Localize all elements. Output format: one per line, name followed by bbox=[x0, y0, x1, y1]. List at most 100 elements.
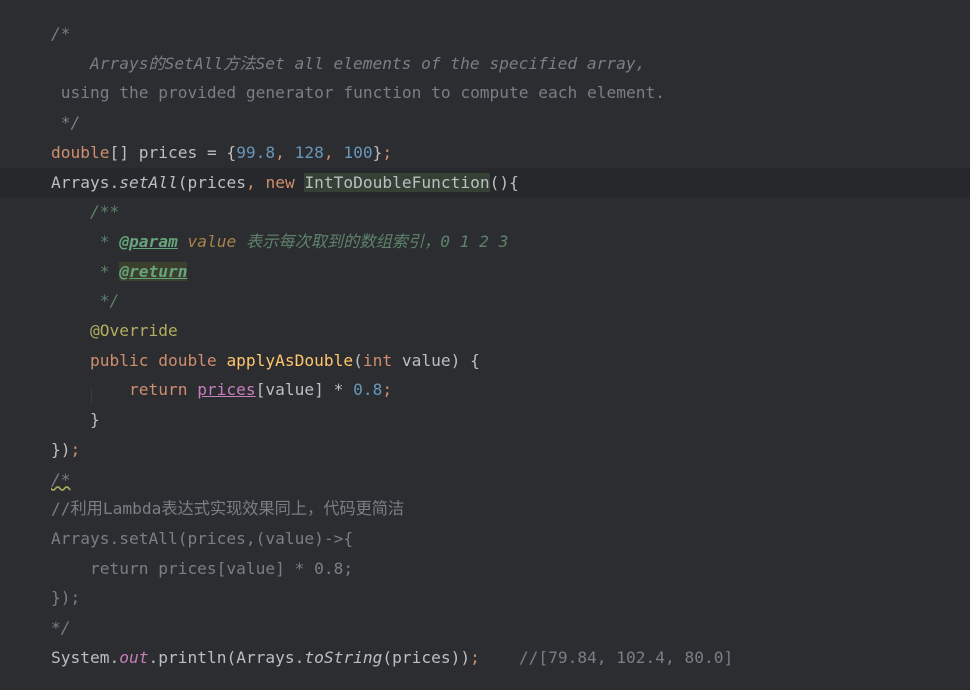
code-line[interactable]: System.out.println(Arrays.toString(price… bbox=[0, 643, 970, 673]
code-text: using the provided generator function to… bbox=[51, 78, 665, 108]
code-text: * @param value 表示每次取到的数组索引，0 1 2 3 bbox=[51, 227, 509, 257]
code-token: Arrays的SetAll方法Set all elements of the s… bbox=[51, 53, 646, 73]
code-line[interactable]: //利用Lambda表达式实现效果同上，代码更简洁 bbox=[0, 494, 970, 524]
code-token: */ bbox=[51, 291, 120, 311]
code-token: setAll bbox=[119, 172, 178, 192]
code-line[interactable]: Arrays的SetAll方法Set all elements of the s… bbox=[0, 49, 970, 79]
code-line[interactable]: /* bbox=[0, 19, 970, 49]
code-token: applyAsDouble bbox=[226, 350, 354, 370]
code-token: , bbox=[275, 142, 295, 162]
code-text: public double applyAsDouble(int value) { bbox=[51, 346, 480, 376]
code-token: 0.8 bbox=[353, 380, 383, 400]
code-text: Arrays.setAll(prices,(value)->{ bbox=[51, 524, 353, 554]
code-editor[interactable]: /* Arrays的SetAll方法Set all elements of th… bbox=[0, 0, 970, 690]
code-token: toString bbox=[304, 647, 383, 667]
code-token: value) { bbox=[401, 350, 480, 370]
code-token: /* bbox=[51, 24, 71, 43]
code-text: Arrays.setAll(prices, new IntToDoubleFun… bbox=[51, 168, 519, 198]
code-text: */ bbox=[51, 286, 120, 316]
code-token: return bbox=[51, 380, 198, 400]
code-token: //[79.84, 102.4, 80.0] bbox=[479, 647, 734, 667]
code-token: IntToDoubleFunction bbox=[304, 172, 490, 192]
code-token: [] prices = { bbox=[109, 142, 237, 162]
code-line[interactable]: /** bbox=[0, 197, 970, 227]
code-line[interactable]: @Override bbox=[0, 316, 970, 346]
code-line[interactable]: */ bbox=[0, 108, 970, 138]
code-text: /* bbox=[51, 465, 71, 495]
code-token: using the provided generator function to… bbox=[51, 83, 665, 103]
code-text: */ bbox=[51, 108, 81, 138]
code-line[interactable]: */ bbox=[0, 613, 970, 643]
code-token: 99.8 bbox=[236, 142, 276, 162]
code-token: System. bbox=[51, 647, 120, 667]
code-token: 100 bbox=[343, 142, 373, 162]
code-token: new bbox=[265, 172, 305, 192]
code-token: //利用Lambda表达式实现效果同上，代码更简洁 bbox=[51, 499, 405, 519]
code-token: */ bbox=[51, 113, 81, 133]
code-line[interactable]: /* bbox=[0, 465, 970, 495]
code-token: } bbox=[372, 142, 383, 162]
code-token: ; bbox=[70, 439, 81, 459]
code-token: .println(Arrays. bbox=[148, 647, 305, 667]
code-line[interactable]: using the provided generator function to… bbox=[0, 78, 970, 108]
code-line[interactable]: }); bbox=[0, 583, 970, 613]
code-token: value bbox=[177, 231, 237, 251]
code-line[interactable]: public double applyAsDouble(int value) { bbox=[0, 346, 970, 376]
code-text: */ bbox=[51, 613, 71, 643]
code-token: 表示每次取到的数组索引，0 1 2 3 bbox=[236, 231, 509, 251]
code-token: }) bbox=[51, 439, 71, 459]
code-token: @return bbox=[119, 261, 188, 281]
code-token: Arrays. bbox=[51, 172, 120, 192]
code-token: Arrays.setAll(prices,(value)->{ bbox=[51, 528, 354, 548]
code-line[interactable]: Arrays.setAll(prices, new IntToDoubleFun… bbox=[0, 167, 970, 198]
code-token: ; bbox=[382, 142, 393, 162]
code-text: Arrays的SetAll方法Set all elements of the s… bbox=[51, 49, 645, 79]
code-token: /* bbox=[51, 469, 71, 489]
code-text: }); bbox=[51, 583, 80, 613]
code-line[interactable]: * @return bbox=[0, 257, 970, 287]
code-token: /** bbox=[51, 202, 120, 222]
code-token: public double bbox=[51, 350, 227, 370]
code-token: } bbox=[51, 410, 100, 430]
code-line[interactable]: Arrays.setAll(prices,(value)->{ bbox=[0, 524, 970, 554]
code-text: /* bbox=[51, 19, 71, 49]
code-token: return prices[value] * 0.8; bbox=[51, 558, 354, 578]
code-text: @Override bbox=[51, 316, 178, 346]
code-token: ; bbox=[382, 380, 393, 400]
code-text: //利用Lambda表达式实现效果同上，代码更简洁 bbox=[51, 494, 404, 524]
code-token: prices bbox=[197, 380, 256, 400]
code-line[interactable]: }); bbox=[0, 435, 970, 465]
code-token: */ bbox=[51, 618, 71, 637]
code-token: * bbox=[51, 261, 120, 281]
code-text: * @return bbox=[51, 257, 188, 287]
code-line[interactable]: double[] prices = {99.8, 128, 100}; bbox=[0, 138, 970, 168]
code-text: return prices[value] * 0.8; bbox=[51, 554, 353, 584]
code-token: , bbox=[245, 172, 266, 192]
code-line[interactable]: return prices[value] * 0.8; bbox=[0, 375, 970, 405]
code-line[interactable]: */ bbox=[0, 286, 970, 316]
code-text: System.out.println(Arrays.toString(price… bbox=[51, 643, 733, 673]
code-token: 128 bbox=[294, 142, 324, 162]
code-token: int bbox=[362, 350, 402, 370]
code-token: @Override bbox=[89, 321, 178, 340]
code-token: (prices)) bbox=[382, 647, 471, 667]
code-token: out bbox=[119, 647, 149, 667]
code-line[interactable]: * @param value 表示每次取到的数组索引，0 1 2 3 bbox=[0, 227, 970, 257]
code-line[interactable]: return prices[value] * 0.8; bbox=[0, 554, 970, 584]
code-line[interactable]: } bbox=[0, 405, 970, 435]
code-token: * bbox=[51, 231, 120, 251]
code-token: ; bbox=[470, 647, 480, 667]
code-token: (prices bbox=[177, 172, 246, 192]
code-token: @param bbox=[119, 231, 178, 251]
code-token: [value] * bbox=[255, 380, 354, 400]
code-text: } bbox=[51, 405, 100, 435]
code-token: double bbox=[51, 142, 110, 162]
code-token: }); bbox=[51, 588, 81, 608]
code-text: double[] prices = {99.8, 128, 100}; bbox=[51, 138, 392, 168]
code-token: , bbox=[323, 142, 344, 162]
code-text: }); bbox=[51, 435, 80, 465]
code-text: /** bbox=[51, 197, 119, 227]
code-token: (){ bbox=[489, 172, 519, 192]
code-text: return prices[value] * 0.8; bbox=[51, 375, 392, 405]
